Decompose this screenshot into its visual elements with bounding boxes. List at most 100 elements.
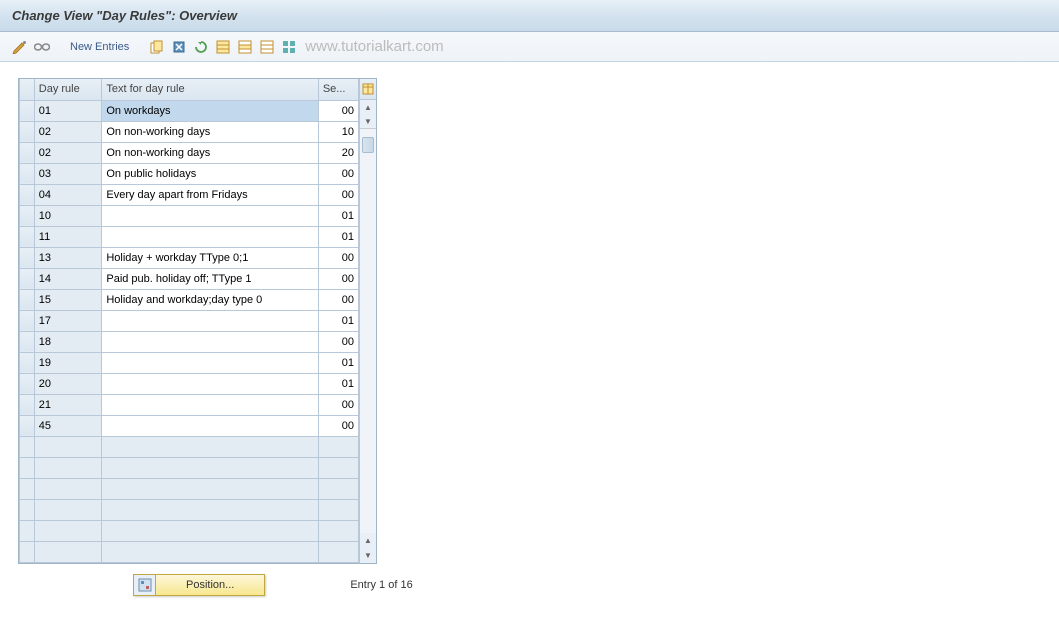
- new-entries-button[interactable]: New Entries: [64, 38, 135, 56]
- vertical-scrollbar[interactable]: ▲ ▼ ▲ ▼: [359, 79, 376, 563]
- cell-day-rule[interactable]: 45: [34, 415, 102, 436]
- column-header-text[interactable]: Text for day rule: [102, 79, 318, 100]
- cell-day-rule[interactable]: 01: [34, 100, 102, 121]
- toggle-display-change-icon[interactable]: [10, 37, 30, 57]
- table-row[interactable]: 1800: [20, 331, 359, 352]
- scroll-up-icon[interactable]: ▲: [360, 100, 376, 115]
- row-selector[interactable]: [20, 331, 35, 352]
- table-row[interactable]: 02On non-working days10: [20, 121, 359, 142]
- cell-seq[interactable]: 00: [318, 247, 358, 268]
- table-row[interactable]: 1901: [20, 352, 359, 373]
- cell-text[interactable]: Paid pub. holiday off; TType 1: [102, 268, 318, 289]
- table-row[interactable]: 45 00: [20, 415, 359, 436]
- row-selector[interactable]: [20, 205, 35, 226]
- cell-day-rule[interactable]: 15: [34, 289, 102, 310]
- column-header-day-rule[interactable]: Day rule: [34, 79, 102, 100]
- row-selector[interactable]: [20, 352, 35, 373]
- cell-text[interactable]: On non-working days: [102, 142, 318, 163]
- row-selector[interactable]: [20, 142, 35, 163]
- cell-seq[interactable]: 00: [318, 268, 358, 289]
- deselect-all-icon[interactable]: [257, 37, 277, 57]
- table-row[interactable]: 1701: [20, 310, 359, 331]
- cell-text[interactable]: [102, 310, 318, 331]
- cell-day-rule[interactable]: 02: [34, 142, 102, 163]
- table-row[interactable]: 2001: [20, 373, 359, 394]
- cell-day-rule[interactable]: 17: [34, 310, 102, 331]
- cell-day-rule[interactable]: 21: [34, 394, 102, 415]
- cell-day-rule[interactable]: 20: [34, 373, 102, 394]
- row-selector[interactable]: [20, 163, 35, 184]
- table-row[interactable]: 14Paid pub. holiday off; TType 100: [20, 268, 359, 289]
- day-rules-table[interactable]: Day rule Text for day rule Se... 01On wo…: [19, 79, 359, 563]
- cell-day-rule[interactable]: 10: [34, 205, 102, 226]
- row-selector[interactable]: [20, 184, 35, 205]
- cell-seq[interactable]: 01: [318, 205, 358, 226]
- select-block-icon[interactable]: [235, 37, 255, 57]
- table-row[interactable]: 01On workdays00: [20, 100, 359, 121]
- row-selector[interactable]: [20, 121, 35, 142]
- scroll-thumb[interactable]: [362, 137, 374, 153]
- cell-text[interactable]: [102, 415, 318, 436]
- scroll-track[interactable]: ▼: [360, 115, 376, 533]
- column-header-seq[interactable]: Se...: [318, 79, 358, 100]
- cell-day-rule[interactable]: 13: [34, 247, 102, 268]
- config-icon[interactable]: [279, 37, 299, 57]
- cell-seq[interactable]: 01: [318, 226, 358, 247]
- cell-text[interactable]: [102, 352, 318, 373]
- table-row[interactable]: 13Holiday + workday TType 0;100: [20, 247, 359, 268]
- row-selector[interactable]: [20, 310, 35, 331]
- undo-change-icon[interactable]: [191, 37, 211, 57]
- table-row[interactable]: 15Holiday and workday;day type 000: [20, 289, 359, 310]
- copy-as-icon[interactable]: [147, 37, 167, 57]
- cell-day-rule[interactable]: 19: [34, 352, 102, 373]
- row-selector[interactable]: [20, 394, 35, 415]
- table-row[interactable]: 10 01: [20, 205, 359, 226]
- cell-seq[interactable]: 00: [318, 415, 358, 436]
- cell-text[interactable]: Holiday + workday TType 0;1: [102, 247, 318, 268]
- row-selector[interactable]: [20, 247, 35, 268]
- select-all-icon[interactable]: [213, 37, 233, 57]
- row-selector[interactable]: [20, 100, 35, 121]
- cell-seq[interactable]: 10: [318, 121, 358, 142]
- cell-day-rule[interactable]: 11: [34, 226, 102, 247]
- cell-seq[interactable]: 01: [318, 310, 358, 331]
- cell-text[interactable]: Every day apart from Fridays: [102, 184, 318, 205]
- row-selector[interactable]: [20, 226, 35, 247]
- table-row[interactable]: 02On non-working days20: [20, 142, 359, 163]
- cell-day-rule[interactable]: 02: [34, 121, 102, 142]
- cell-text[interactable]: On workdays: [102, 100, 318, 121]
- table-row[interactable]: 11 01: [20, 226, 359, 247]
- cell-seq[interactable]: 01: [318, 373, 358, 394]
- cell-seq[interactable]: 01: [318, 352, 358, 373]
- cell-day-rule[interactable]: 04: [34, 184, 102, 205]
- cell-text[interactable]: [102, 226, 318, 247]
- row-selector[interactable]: [20, 373, 35, 394]
- cell-day-rule[interactable]: 14: [34, 268, 102, 289]
- cell-text[interactable]: [102, 373, 318, 394]
- row-selector[interactable]: [20, 289, 35, 310]
- row-selector-header[interactable]: [20, 79, 35, 100]
- position-button[interactable]: Position...: [133, 574, 265, 596]
- cell-seq[interactable]: 00: [318, 100, 358, 121]
- scroll-page-down-icon[interactable]: ▼: [360, 115, 376, 129]
- cell-seq[interactable]: 00: [318, 289, 358, 310]
- cell-text[interactable]: [102, 394, 318, 415]
- other-view-icon[interactable]: [32, 37, 52, 57]
- cell-seq[interactable]: 00: [318, 184, 358, 205]
- cell-text[interactable]: On public holidays: [102, 163, 318, 184]
- cell-text[interactable]: On non-working days: [102, 121, 318, 142]
- cell-seq[interactable]: 00: [318, 163, 358, 184]
- cell-day-rule[interactable]: 03: [34, 163, 102, 184]
- cell-seq[interactable]: 00: [318, 394, 358, 415]
- row-selector[interactable]: [20, 268, 35, 289]
- cell-seq[interactable]: 20: [318, 142, 358, 163]
- table-settings-icon[interactable]: [360, 79, 376, 100]
- cell-seq[interactable]: 00: [318, 331, 358, 352]
- delete-icon[interactable]: [169, 37, 189, 57]
- cell-text[interactable]: [102, 205, 318, 226]
- scroll-up2-icon[interactable]: ▲: [360, 533, 376, 548]
- cell-text[interactable]: Holiday and workday;day type 0: [102, 289, 318, 310]
- scroll-down-icon[interactable]: ▼: [360, 548, 376, 563]
- table-row[interactable]: 04Every day apart from Fridays00: [20, 184, 359, 205]
- cell-text[interactable]: [102, 331, 318, 352]
